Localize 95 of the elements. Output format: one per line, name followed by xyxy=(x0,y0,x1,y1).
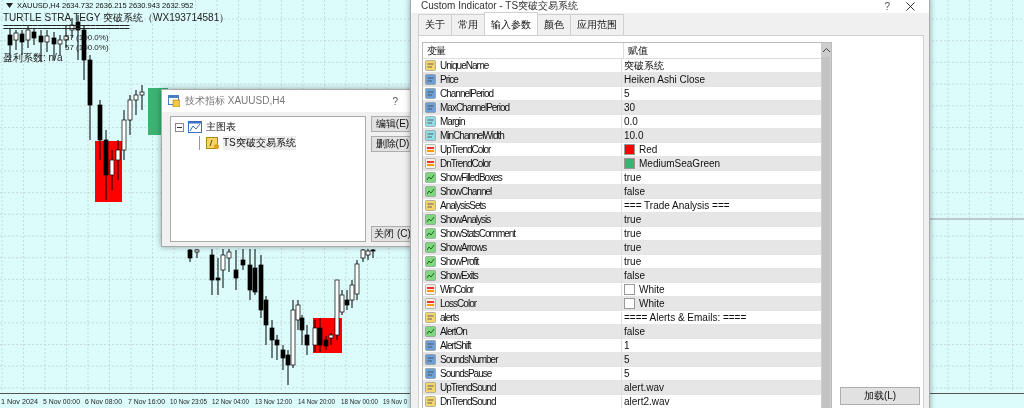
parameter-value[interactable]: false xyxy=(624,186,646,197)
parameter-value[interactable]: alert2.wav xyxy=(624,396,670,407)
parameter-name: ChannelPeriod xyxy=(440,88,494,99)
help-button[interactable]: ? xyxy=(382,95,408,107)
parameter-value[interactable]: White xyxy=(639,284,665,295)
parameter-name: ShowProfit xyxy=(440,256,479,267)
text-type-icon xyxy=(425,200,436,211)
boolean-type-icon xyxy=(425,242,436,253)
parameter-name: MaxChannelPeriod xyxy=(440,102,510,113)
parameter-value[interactable]: 5 xyxy=(624,354,630,365)
parameter-value[interactable]: 10.0 xyxy=(624,130,644,141)
column-header[interactable]: 赋值 xyxy=(624,43,821,58)
text-type-icon xyxy=(425,382,436,393)
parameter-name: ShowExits xyxy=(440,270,478,281)
parameter-value[interactable]: ==== Alerts & Emails: ==== xyxy=(624,312,747,323)
close-icon[interactable] xyxy=(906,1,915,11)
parameter-value[interactable]: 突破系统 xyxy=(624,58,664,73)
parameter-name: ShowChannel xyxy=(440,186,492,197)
parameter-value[interactable]: White xyxy=(639,298,665,309)
boolean-type-icon xyxy=(425,228,436,239)
tree-item[interactable]: 主图表 xyxy=(206,120,236,134)
parameter-value[interactable]: Heiken Ashi Close xyxy=(624,74,706,85)
parameter-value[interactable]: true xyxy=(624,228,642,239)
text-type-icon xyxy=(425,60,436,71)
parameter-value[interactable]: 5 xyxy=(624,368,630,379)
boolean-type-icon xyxy=(425,256,436,267)
integer-type-icon xyxy=(425,74,436,85)
parameter-name: ShowStatsComment xyxy=(440,228,516,239)
tab[interactable]: 关于 xyxy=(418,14,452,35)
boolean-type-icon xyxy=(425,214,436,225)
parameter-name: DnTrendColor xyxy=(440,158,491,169)
parameter-value[interactable]: 1 xyxy=(624,340,630,351)
parameter-value[interactable]: 0.0 xyxy=(624,116,638,127)
parameter-name: DnTrendSound xyxy=(440,396,496,407)
parameter-name: LossColor xyxy=(440,298,477,309)
parameter-value[interactable]: false xyxy=(624,270,646,281)
scroll-up-icon[interactable] xyxy=(821,47,831,53)
parameter-value[interactable]: true xyxy=(624,214,642,225)
dropdown-triangle-icon[interactable] xyxy=(6,3,13,8)
parameter-name: MinChannelWidth xyxy=(440,130,504,141)
indicator-icon xyxy=(206,137,220,149)
text-type-icon xyxy=(425,396,436,407)
tree-item[interactable]: TS突破交易系统 xyxy=(223,136,296,150)
parameter-value[interactable]: false xyxy=(624,326,646,337)
dialog-title: 技术指标 XAUUSD,H4 xyxy=(185,94,286,108)
boolean-type-icon xyxy=(425,186,436,197)
integer-type-icon xyxy=(425,88,436,99)
parameter-name: SoundsPause xyxy=(440,368,492,379)
integer-type-icon xyxy=(425,354,436,365)
parameter-name: AlertShift xyxy=(440,340,471,351)
parameter-name: UpTrendColor xyxy=(440,144,491,155)
scrollbar-thumb[interactable] xyxy=(822,57,830,408)
parameter-value[interactable]: true xyxy=(624,242,642,253)
parameter-name: ShowFilledBoxes xyxy=(440,172,502,183)
parameter-value[interactable]: === Trade Analysis === xyxy=(624,200,730,211)
column-header[interactable]: 变量 xyxy=(423,43,624,58)
integer-type-icon xyxy=(425,368,436,379)
decimal-type-icon xyxy=(425,116,436,127)
decimal-type-icon xyxy=(425,130,436,141)
tab[interactable]: 应用范围 xyxy=(570,14,624,35)
parameter-value[interactable]: 5 xyxy=(624,88,630,99)
text-type-icon xyxy=(425,312,436,323)
color-type-icon xyxy=(425,298,436,309)
color-type-icon xyxy=(425,158,436,169)
load-button[interactable]: 加载(L) xyxy=(840,387,920,405)
parameter-name: Margin xyxy=(440,116,465,127)
parameter-name: alerts xyxy=(440,312,459,323)
tab[interactable]: 输入参数 xyxy=(484,12,538,35)
color-type-icon xyxy=(425,144,436,155)
parameter-name: WinColor xyxy=(440,284,474,295)
chart-window-icon xyxy=(188,121,202,133)
integer-type-icon xyxy=(425,102,436,113)
parameter-value[interactable]: 30 xyxy=(624,102,636,113)
parameter-name: Price xyxy=(440,74,458,85)
collapse-toggle-icon[interactable] xyxy=(175,122,184,132)
parameter-value[interactable]: alert.wav xyxy=(624,382,664,393)
parameter-name: UpTrendSound xyxy=(440,382,496,393)
parameter-name: AnalysisSets xyxy=(440,200,486,211)
parameter-name: SoundsNumber xyxy=(440,354,498,365)
parameter-name: UniqueName xyxy=(440,60,489,71)
parameter-value[interactable]: true xyxy=(624,172,642,183)
boolean-type-icon xyxy=(425,172,436,183)
boolean-type-icon xyxy=(425,270,436,281)
parameter-name: ShowAnalysis xyxy=(440,214,491,225)
parameter-value[interactable]: MediumSeaGreen xyxy=(639,158,721,169)
parameter-name: AlertOn xyxy=(440,326,467,337)
parameter-value[interactable]: true xyxy=(624,256,642,267)
integer-type-icon xyxy=(425,340,436,351)
indicator-window-icon xyxy=(168,95,180,107)
color-type-icon xyxy=(425,284,436,295)
dialog-title: Custom Indicator - TS突破交易系统 xyxy=(421,0,580,13)
parameter-value[interactable]: Red xyxy=(639,144,658,155)
boolean-type-icon xyxy=(425,326,436,337)
parameter-name: ShowArrows xyxy=(440,242,487,253)
help-button[interactable]: ? xyxy=(874,0,900,12)
